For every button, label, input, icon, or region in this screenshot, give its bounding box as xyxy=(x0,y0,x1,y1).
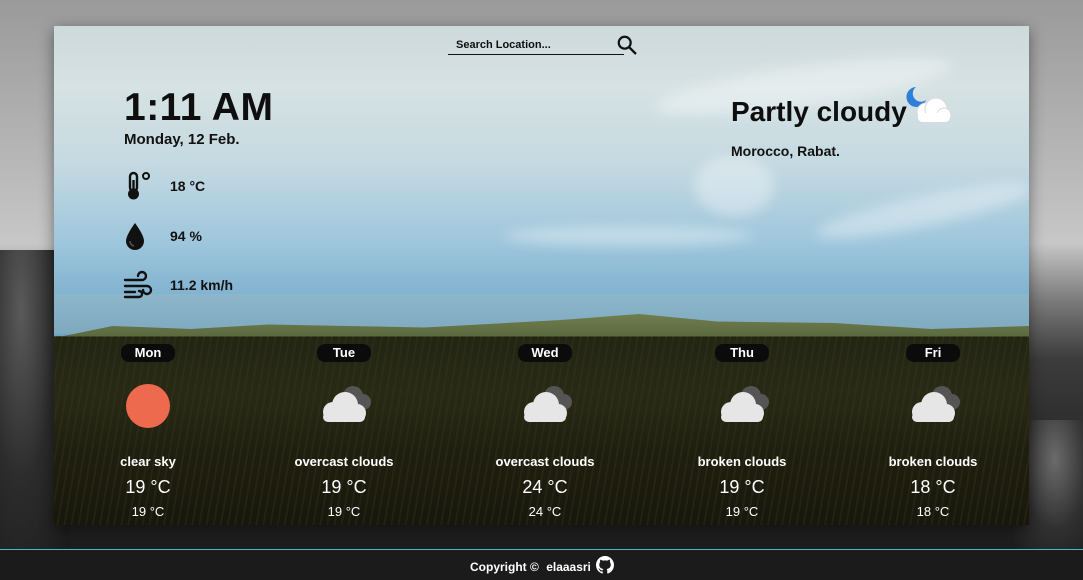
forecast-temp-secondary: 18 °C xyxy=(916,504,950,519)
forecast-temp: 19 °C xyxy=(719,477,765,497)
condition-title: Partly cloudy xyxy=(731,96,907,127)
current-date: Monday, 12 Feb. xyxy=(124,131,240,148)
broken-clouds-icon xyxy=(912,386,960,422)
copyright-label: Copyright © xyxy=(470,560,539,574)
forecast-day-label: Thu xyxy=(715,344,769,362)
wind-value: 11.2 km/h xyxy=(170,277,234,293)
forecast-temp: 19 °C xyxy=(125,477,171,497)
forecast-temp: 24 °C xyxy=(522,477,568,497)
forecast-day: Thu broken clouds 19 °C 19 °C xyxy=(652,344,832,524)
overcast-clouds-icon xyxy=(323,386,371,422)
thermometer-icon xyxy=(128,171,150,200)
forecast-temp-secondary: 24 °C xyxy=(528,504,562,519)
wind-icon xyxy=(123,270,153,299)
forecast-day: Tue overcast clouds 19 °C 19 °C xyxy=(254,344,434,524)
forecast-description: broken clouds xyxy=(888,454,978,469)
github-icon[interactable] xyxy=(596,556,614,574)
forecast-day-label: Wed xyxy=(518,344,572,362)
forecast-description: overcast clouds xyxy=(495,454,595,469)
forecast-temp-secondary: 19 °C xyxy=(131,504,165,519)
clear-sky-icon xyxy=(126,384,170,428)
weather-card: 1:11 AM Monday, 12 Feb. 18 °C 94 % 11.2 … xyxy=(54,26,1029,525)
forecast-description: overcast clouds xyxy=(294,454,394,469)
forecast-day-label: Tue xyxy=(317,344,371,362)
forecast-day-label: Fri xyxy=(906,344,960,362)
humidity-value: 94 % xyxy=(170,228,202,244)
search-input[interactable] xyxy=(448,36,624,55)
forecast-day: Mon clear sky 19 °C 19 °C xyxy=(58,344,238,524)
forecast-temp-secondary: 19 °C xyxy=(725,504,759,519)
footer: Copyright © elaaasri xyxy=(0,549,1083,580)
forecast-temp-secondary: 19 °C xyxy=(327,504,361,519)
forecast-day: Wed overcast clouds 24 °C 24 °C xyxy=(455,344,635,524)
forecast-day: Fri broken clouds 18 °C 18 °C xyxy=(843,344,1023,524)
broken-clouds-icon xyxy=(721,386,769,422)
footer-copyright: Copyright © elaaasri xyxy=(470,560,591,574)
partly-cloudy-night-icon xyxy=(906,87,952,123)
location-label: Morocco, Rabat. xyxy=(731,143,840,159)
overcast-clouds-icon xyxy=(524,386,572,422)
water-drop-icon xyxy=(126,223,144,250)
forecast-temp: 19 °C xyxy=(321,477,367,497)
forecast-description: clear sky xyxy=(120,454,176,469)
search-bar xyxy=(448,34,638,56)
forecast-day-label: Mon xyxy=(121,344,175,362)
current-time: 1:11 AM xyxy=(124,86,274,129)
forecast-description: broken clouds xyxy=(697,454,787,469)
temperature-value: 18 °C xyxy=(170,178,206,194)
search-icon[interactable] xyxy=(616,34,638,56)
author-name: elaaasri xyxy=(546,560,591,574)
forecast-temp: 18 °C xyxy=(910,477,956,497)
